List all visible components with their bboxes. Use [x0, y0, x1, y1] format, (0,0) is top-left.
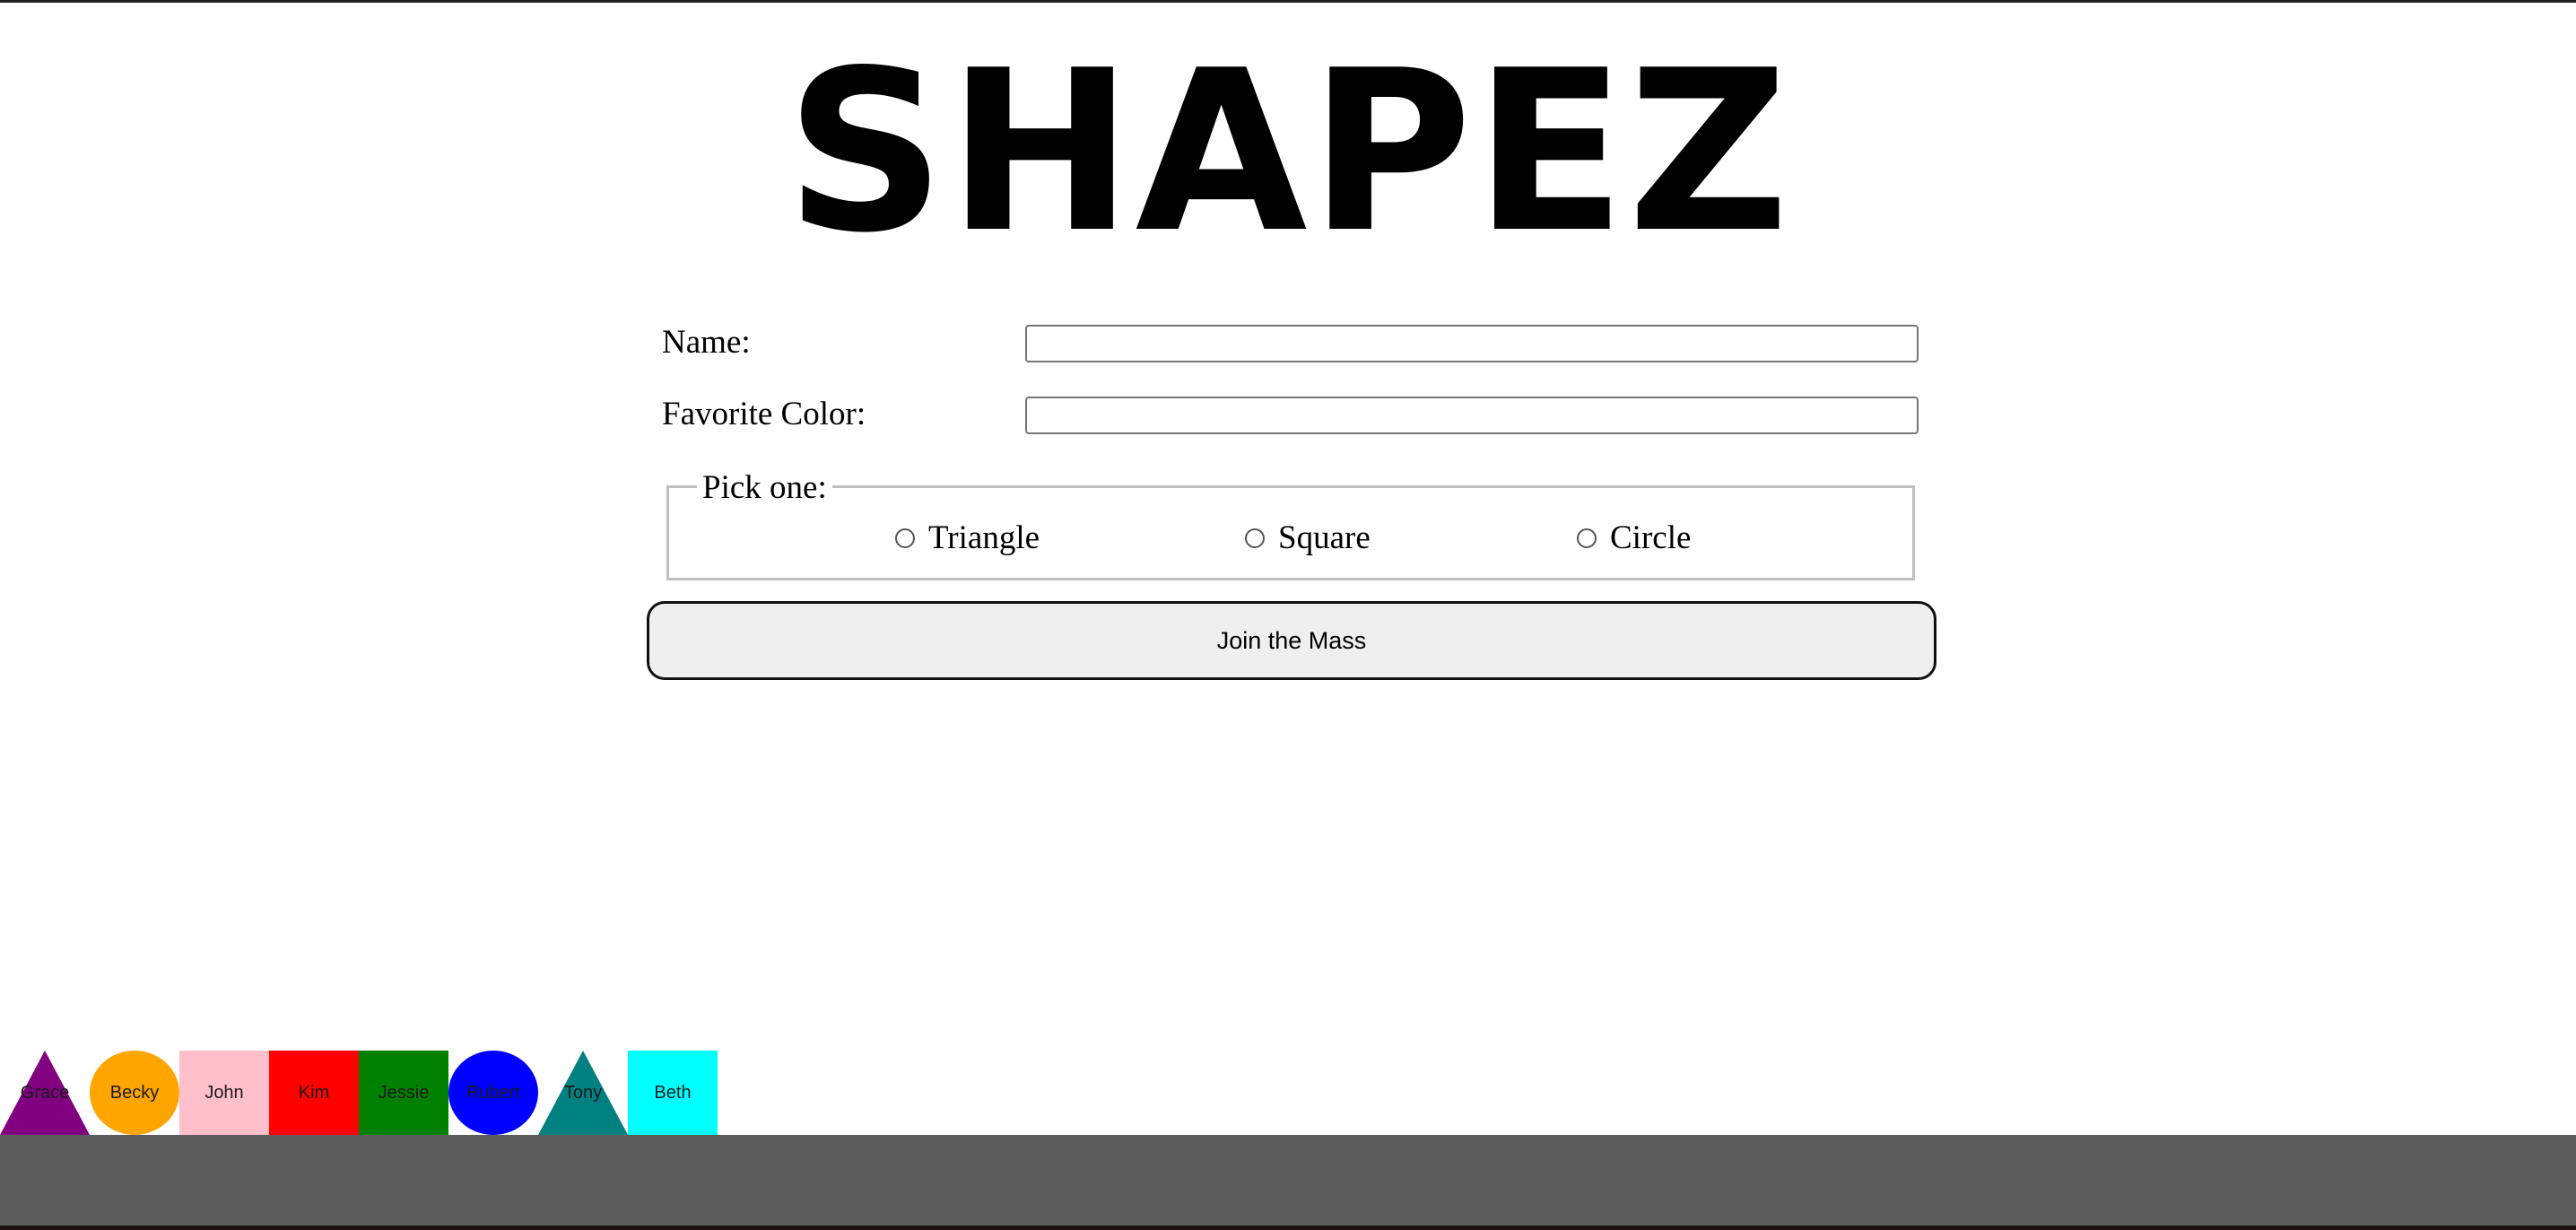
member-shape-grace: Grace	[0, 1051, 90, 1135]
member-name: Tony	[563, 1082, 603, 1103]
member-shape-john: John	[179, 1051, 269, 1135]
favorite-color-label: Favorite Color:	[662, 396, 866, 432]
bottom-edge	[0, 1226, 2576, 1230]
member-shape-beth: Beth	[628, 1051, 718, 1135]
member-name: Rubert	[466, 1082, 521, 1103]
member-name: Grace	[20, 1082, 70, 1103]
member-shape-jessie: Jessie	[359, 1051, 448, 1135]
name-input[interactable]	[1025, 325, 1919, 362]
radio-label-triangle: Triangle	[928, 519, 1040, 556]
join-the-mass-button[interactable]: Join the Mass	[647, 601, 1936, 680]
radio-button-triangle[interactable]	[895, 528, 915, 548]
footer-bar	[0, 1135, 2576, 1226]
member-name: Jessie	[378, 1082, 430, 1103]
shape-picker-legend: Pick one:	[697, 468, 832, 508]
favorite-color-input[interactable]	[1025, 397, 1919, 434]
member-name: Beth	[654, 1082, 692, 1103]
member-shape-rubert: Rubert	[448, 1051, 538, 1135]
member-shape-tony: Tony	[538, 1051, 628, 1135]
member-name: Becky	[109, 1082, 160, 1103]
member-shape-becky: Becky	[90, 1051, 179, 1135]
radio-option-triangle[interactable]: Triangle	[895, 517, 1040, 560]
member-name: Kim	[298, 1082, 330, 1103]
name-label: Name:	[662, 324, 751, 361]
radio-label-circle: Circle	[1610, 519, 1692, 556]
top-border	[0, 0, 2576, 3]
radio-option-circle[interactable]: Circle	[1577, 517, 1691, 560]
radio-option-square[interactable]: Square	[1245, 517, 1371, 560]
page-title: SHAPEZ	[785, 23, 1791, 282]
member-name: John	[205, 1082, 244, 1103]
radio-button-square[interactable]	[1245, 528, 1265, 548]
member-shape-kim: Kim	[269, 1051, 359, 1135]
radio-button-circle[interactable]	[1577, 528, 1597, 548]
radio-label-square: Square	[1278, 519, 1371, 556]
